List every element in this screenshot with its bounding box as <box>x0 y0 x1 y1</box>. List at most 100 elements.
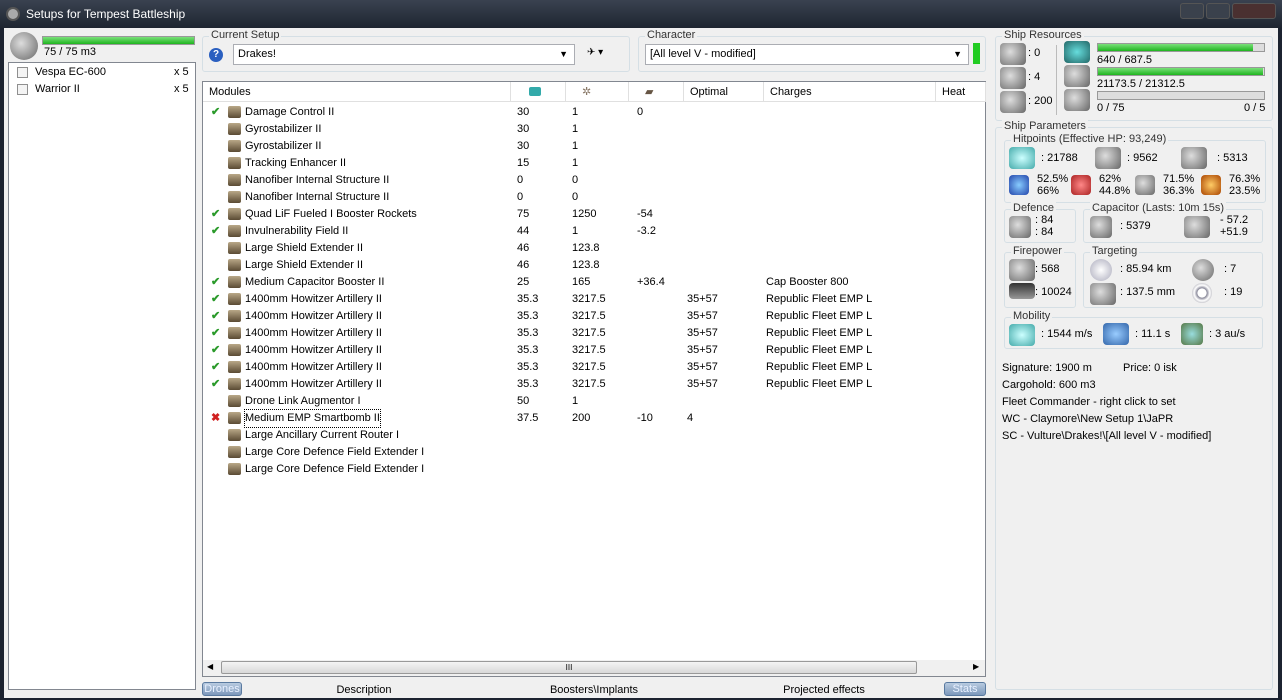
scrollbar-thumb[interactable]: III <box>221 661 917 674</box>
character-label: Character <box>645 29 698 41</box>
active-check-icon[interactable]: ✔ <box>211 223 220 240</box>
targeting-range: : 85.94 km <box>1120 263 1172 275</box>
tab-description[interactable]: Description <box>304 682 424 698</box>
table-row[interactable]: ✔ 1400mm Howitzer Artillery II 35.3 3217… <box>203 376 985 393</box>
table-row[interactable]: ✔ Invulnerability Field II 44 1 -3.2 <box>203 223 985 240</box>
maximize-button[interactable] <box>1206 3 1230 19</box>
capacitor-recharge-icon <box>1184 216 1210 238</box>
active-check-icon[interactable]: ✔ <box>211 376 220 393</box>
tab-drones[interactable]: Drones <box>202 682 242 696</box>
ship-menu-button[interactable]: ✈ ▾ <box>587 47 603 58</box>
close-button[interactable] <box>1232 3 1276 19</box>
table-row[interactable]: ✔ 1400mm Howitzer Artillery II 35.3 3217… <box>203 342 985 359</box>
fleet-commander[interactable]: Fleet Commander - right click to set <box>1002 396 1176 408</box>
module-icon <box>228 446 241 458</box>
active-check-icon[interactable]: ✔ <box>211 342 220 359</box>
charge-value: Republic Fleet EMP L <box>766 361 873 373</box>
drone-item[interactable]: Warrior II x 5 <box>9 81 195 98</box>
tab-projected-effects[interactable]: Projected effects <box>754 682 894 698</box>
mobility-group: Mobility : 1544 m/s : 11.1 s : 3 au/s <box>1004 310 1263 349</box>
drone-checkbox[interactable] <box>17 84 28 95</box>
table-row[interactable]: Large Shield Extender II 46 123.8 <box>203 257 985 274</box>
table-row[interactable]: ✔ 1400mm Howitzer Artillery II 35.3 3217… <box>203 308 985 325</box>
minimize-button[interactable] <box>1180 3 1204 19</box>
kinetic-resist: 71.5% 36.3% <box>1163 173 1195 197</box>
table-row[interactable]: Tracking Enhancer II 15 1 <box>203 155 985 172</box>
scroll-left-icon[interactable]: ◀ <box>207 662 213 671</box>
rig-slots-value: 0 / 5 <box>1244 102 1266 114</box>
armor-hp: : 9562 <box>1127 152 1158 164</box>
table-row[interactable]: ✔ 1400mm Howitzer Artillery II 35.3 3217… <box>203 325 985 342</box>
firepower-group: Firepower : 568 : 10024 <box>1004 245 1076 308</box>
module-icon <box>228 140 241 152</box>
drone-item[interactable]: Vespa EC-600 x 5 <box>9 64 195 81</box>
main-window: 75 / 75 m3 Vespa EC-600 x 5 Warrior II x… <box>4 28 1278 698</box>
wing-commander[interactable]: WC - Claymore\New Setup 1\JaPR <box>1002 413 1173 425</box>
cpu-value: 0 <box>517 191 524 203</box>
drone-list[interactable]: Vespa EC-600 x 5 Warrior II x 5 <box>8 62 196 690</box>
cpu-value: 30 <box>517 123 530 135</box>
app-icon <box>6 7 20 21</box>
table-row[interactable]: ✔ Damage Control II 30 1 0 <box>203 104 985 121</box>
header-activation[interactable]: ▰ <box>629 82 684 102</box>
table-row[interactable]: Nanofiber Internal Structure II 0 0 <box>203 172 985 189</box>
power-value: 1250 <box>572 208 597 220</box>
table-row[interactable]: ✔ 1400mm Howitzer Artillery II 35.3 3217… <box>203 359 985 376</box>
module-icon <box>228 106 241 118</box>
cpu-value: 35.3 <box>517 310 539 322</box>
header-modules[interactable]: Modules <box>203 82 511 102</box>
help-icon[interactable]: ? <box>209 48 223 62</box>
powergrid-bar <box>1097 67 1265 76</box>
table-row[interactable]: Large Ancillary Current Router I <box>203 427 985 444</box>
max-targets-icon <box>1192 259 1214 281</box>
table-row[interactable]: Drone Link Augmentor I 50 1 <box>203 393 985 410</box>
charge-value: Republic Fleet EMP L <box>766 378 873 390</box>
table-row[interactable]: ✔ Quad LiF Fueled I Booster Rockets 75 1… <box>203 206 985 223</box>
table-row[interactable]: Large Shield Extender II 46 123.8 <box>203 240 985 257</box>
offline-x-icon[interactable]: ✖ <box>211 410 220 427</box>
module-icon <box>228 344 241 356</box>
table-row[interactable]: ✔ Medium Capacitor Booster II 25 165 +36… <box>203 274 985 291</box>
table-row[interactable]: Large Core Defence Field Extender I <box>203 444 985 461</box>
drone-checkbox[interactable] <box>17 67 28 78</box>
modules-table[interactable]: Modules ✲ ▰ Optimal Charges Heat ✔ Damag… <box>202 81 986 677</box>
cpu-value: 37.5 <box>517 412 539 424</box>
scroll-right-icon[interactable]: ▶ <box>973 662 979 671</box>
active-check-icon[interactable]: ✔ <box>211 291 220 308</box>
setup-select[interactable]: Drakes! ▼ <box>233 44 575 65</box>
capacitor-group: Capacitor (Lasts: 10m 15s) : 5379 - 57.2… <box>1083 202 1263 243</box>
tab-stats[interactable]: Stats <box>944 682 986 696</box>
defence-icon <box>1009 216 1031 238</box>
cpu-value: 15 <box>517 157 530 169</box>
header-heat[interactable]: Heat <box>936 82 986 102</box>
module-icon <box>228 463 241 475</box>
active-check-icon[interactable]: ✔ <box>211 308 220 325</box>
active-check-icon[interactable]: ✔ <box>211 359 220 376</box>
table-row[interactable]: ✔ 1400mm Howitzer Artillery II 35.3 3217… <box>203 291 985 308</box>
tab-boosters-implants[interactable]: Boosters\Implants <box>524 682 664 698</box>
hitpoints-label: Hitpoints (Effective HP: 93,249) <box>1011 133 1169 145</box>
character-value: [All level V - modified] <box>650 48 756 60</box>
header-optimal[interactable]: Optimal <box>684 82 764 102</box>
module-icon <box>228 361 241 373</box>
module-icon <box>228 327 241 339</box>
active-check-icon[interactable]: ✔ <box>211 274 220 291</box>
header-charges[interactable]: Charges <box>764 82 936 102</box>
table-row[interactable]: Gyrostabilizer II 30 1 <box>203 121 985 138</box>
table-row[interactable]: ✖ Medium EMP Smartbomb II 37.5 200 -10 4 <box>203 409 985 428</box>
table-row[interactable]: Large Core Defence Field Extender I <box>203 461 985 478</box>
active-check-icon[interactable]: ✔ <box>211 325 220 342</box>
character-select[interactable]: [All level V - modified] ▼ <box>645 44 969 65</box>
squad-commander[interactable]: SC - Vulture\Drakes!\[All level V - modi… <box>1002 430 1211 442</box>
capacitor-amount: : 5379 <box>1120 220 1151 232</box>
horizontal-scrollbar[interactable]: ◀ III ▶ <box>203 660 985 676</box>
header-cpu[interactable] <box>511 82 566 102</box>
header-power[interactable]: ✲ <box>566 82 629 102</box>
cpu-bar <box>1097 43 1265 52</box>
table-row[interactable]: Gyrostabilizer II 30 1 <box>203 138 985 155</box>
table-row[interactable]: Nanofiber Internal Structure II 0 0 <box>203 189 985 206</box>
active-check-icon[interactable]: ✔ <box>211 104 220 121</box>
active-check-icon[interactable]: ✔ <box>211 206 220 223</box>
module-icon <box>228 293 241 305</box>
cap-value: -54 <box>637 208 653 220</box>
